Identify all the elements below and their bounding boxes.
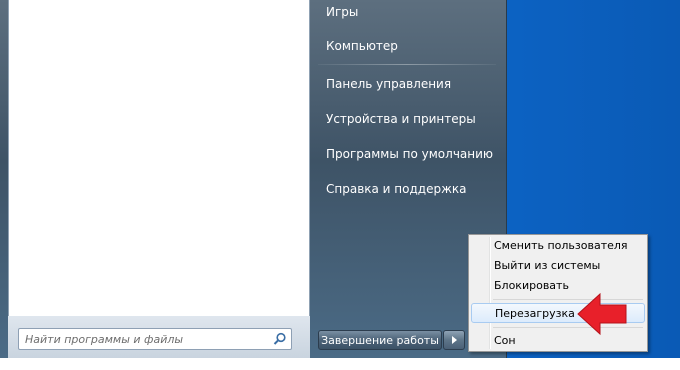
start-item-default-programs[interactable]: Программы по умолчанию [318, 142, 506, 166]
submenu-item-log-off[interactable]: Выйти из системы [471, 256, 645, 276]
start-item-games[interactable]: Игры [318, 0, 506, 24]
start-item-help-support[interactable]: Справка и поддержка [318, 177, 506, 201]
search-icon[interactable] [273, 332, 287, 346]
programs-list-pane [8, 0, 310, 317]
start-item-control-panel[interactable]: Панель управления [318, 72, 506, 96]
search-box[interactable] [18, 328, 292, 350]
shutdown-button[interactable]: Завершение работы [318, 330, 442, 350]
submenu-item-switch-user[interactable]: Сменить пользователя [471, 236, 645, 256]
start-item-computer[interactable]: Компьютер [318, 34, 506, 58]
shutdown-options-button[interactable] [443, 330, 465, 350]
bottom-strip [0, 358, 680, 370]
menu-separator [318, 64, 496, 65]
red-arrow-icon [577, 292, 627, 336]
start-item-devices-printers[interactable]: Устройства и принтеры [318, 107, 506, 131]
search-input[interactable] [25, 331, 265, 347]
chevron-right-icon [452, 336, 457, 344]
